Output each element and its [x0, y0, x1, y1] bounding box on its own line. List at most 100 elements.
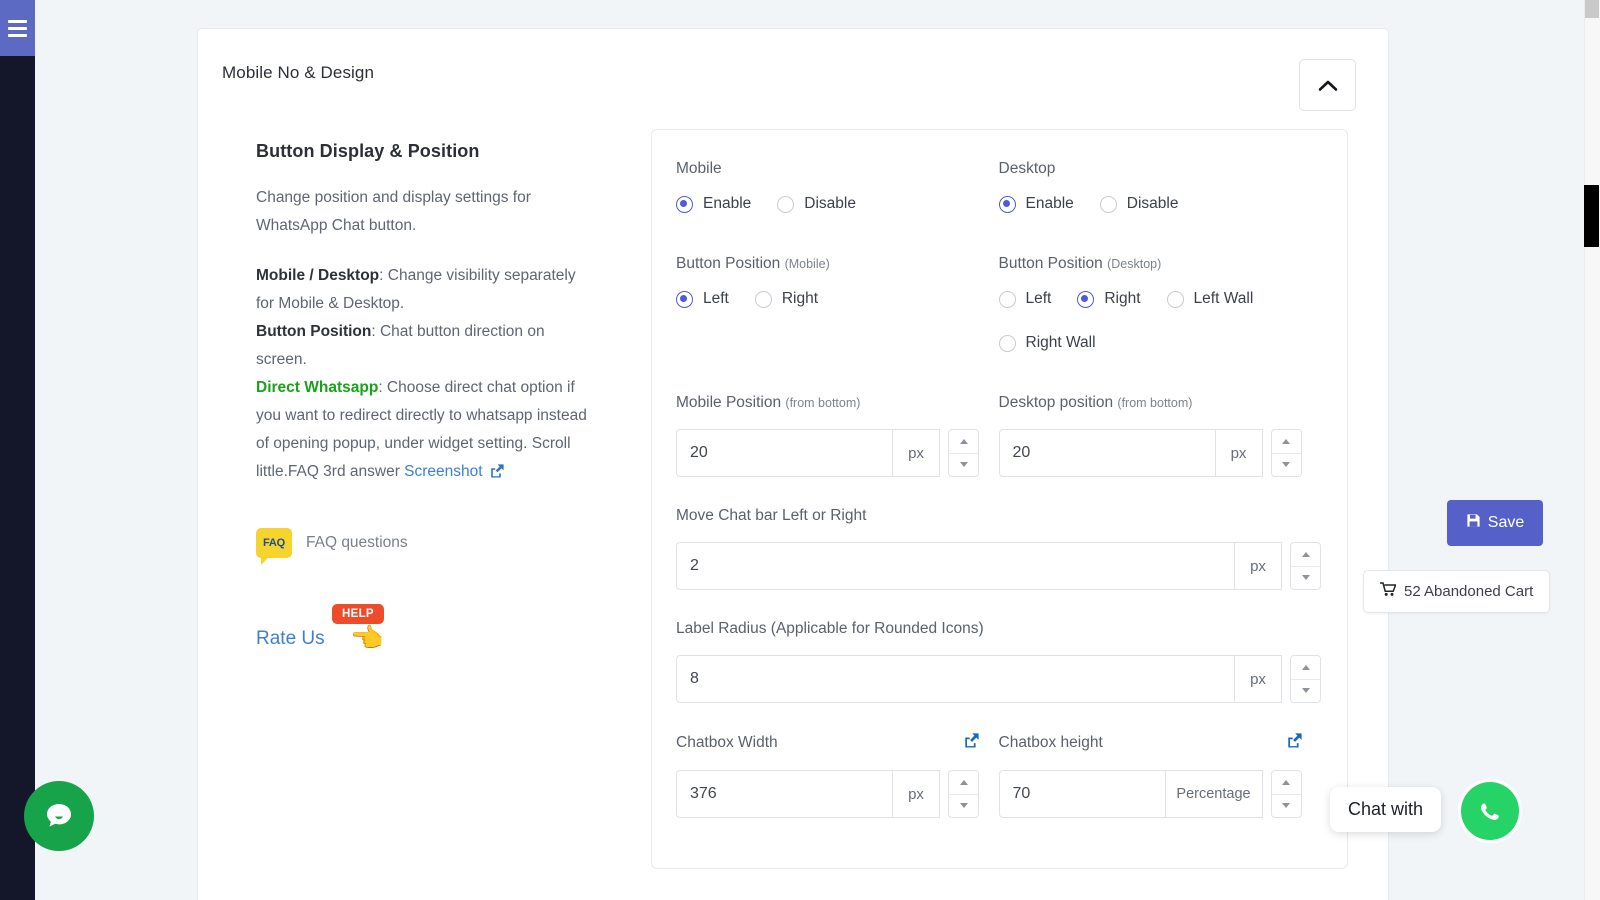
description-text: Change position and display settings for… — [256, 184, 592, 488]
settings-panel: Mobile Enable Disable — [651, 129, 1348, 869]
button-position-mobile-label: Button Position (Mobile) — [676, 255, 999, 273]
desktop-position-label: Desktop position (from bottom) — [999, 394, 1322, 412]
radio-mobile-enable-label: Enable — [703, 195, 751, 213]
move-chat-decrement[interactable] — [1291, 567, 1320, 590]
mobile-position-decrement[interactable] — [949, 454, 978, 477]
scrollbar-thumb-top[interactable] — [1585, 0, 1599, 18]
external-link-icon[interactable] — [1287, 733, 1302, 753]
save-button[interactable]: Save — [1447, 500, 1543, 546]
chatbox-height-unit: Percentage — [1165, 770, 1263, 818]
external-link-icon[interactable] — [964, 733, 979, 753]
radio-mobile-pos-left-dot — [676, 291, 693, 308]
radio-mobile-pos-right[interactable]: Right — [755, 290, 818, 308]
desktop-position-stepper[interactable] — [1271, 429, 1302, 477]
settings-card: Mobile No & Design Button Display & Posi… — [197, 28, 1389, 900]
chatbox-size-row: Chatbox Width px — [676, 733, 1321, 818]
abandoned-cart-badge[interactable]: 52 Abandoned Cart — [1363, 570, 1550, 613]
mobile-position-stepper[interactable] — [948, 429, 979, 477]
move-chat-input[interactable] — [676, 542, 1234, 590]
label-radius-decrement[interactable] — [1291, 680, 1320, 703]
move-chat-stepper[interactable] — [1290, 542, 1321, 590]
desktop-position-unit: px — [1215, 429, 1263, 477]
desktop-position-increment[interactable] — [1272, 430, 1301, 454]
chat-bubble-icon[interactable] — [24, 781, 94, 851]
radio-desktop-pos-right-wall[interactable]: Right Wall — [999, 334, 1096, 352]
page-scrollbar[interactable] — [1584, 0, 1600, 900]
scrollbar-thumb[interactable] — [1584, 185, 1599, 247]
mobile-position-input[interactable] — [676, 429, 892, 477]
radio-desktop-enable-dot — [999, 196, 1016, 213]
radio-desktop-pos-left-dot — [999, 291, 1016, 308]
chevron-up-icon[interactable] — [1299, 59, 1356, 111]
faq-badge-label: FAQ — [263, 537, 285, 549]
desktop-position-decrement[interactable] — [1272, 454, 1301, 477]
mobile-position-unit: px — [892, 429, 940, 477]
chatbox-width-group: Chatbox Width px — [676, 733, 999, 818]
radio-desktop-pos-right-dot — [1077, 291, 1094, 308]
chatbox-width-increment[interactable] — [949, 771, 978, 795]
radio-mobile-disable-label: Disable — [804, 195, 856, 213]
radio-desktop-pos-left-wall[interactable]: Left Wall — [1167, 290, 1254, 308]
chatbox-height-group: Chatbox height Percentage — [999, 733, 1322, 818]
button-position-mobile-group: Button Position (Mobile) Left Right — [676, 255, 999, 352]
shopping-cart-icon — [1380, 582, 1396, 601]
desktop-position-input[interactable] — [999, 429, 1215, 477]
radio-desktop-pos-right-label: Right — [1104, 290, 1140, 308]
faq-questions-link[interactable]: FAQ FAQ questions — [256, 528, 592, 558]
label-radius-increment[interactable] — [1291, 656, 1320, 680]
radio-mobile-enable-dot — [676, 196, 693, 213]
radio-mobile-enable[interactable]: Enable — [676, 195, 751, 213]
chatbox-height-label: Chatbox height — [999, 734, 1103, 752]
radio-desktop-enable[interactable]: Enable — [999, 195, 1074, 213]
page-title: Mobile No & Design — [222, 63, 1358, 83]
enable-row: Mobile Enable Disable — [676, 160, 1321, 213]
hamburger-menu-icon[interactable] — [0, 0, 35, 56]
save-button-label: Save — [1488, 514, 1524, 532]
chatbox-height-label-row: Chatbox height — [999, 733, 1302, 753]
help-badge[interactable]: HELP — [332, 604, 384, 624]
mp-text: Mobile Position — [676, 394, 781, 411]
bpd-sub: (Desktop) — [1107, 257, 1161, 271]
mobile-position-increment[interactable] — [949, 430, 978, 454]
radio-mobile-pos-left[interactable]: Left — [676, 290, 729, 308]
label-radius-label: Label Radius (Applicable for Rounded Ico… — [676, 620, 1321, 638]
radio-mobile-pos-left-label: Left — [703, 290, 729, 308]
bpd-text: Button Position — [999, 255, 1103, 272]
description-column: Button Display & Position Change positio… — [256, 129, 626, 869]
chatbox-width-input[interactable] — [676, 770, 892, 818]
label-radius-unit: px — [1234, 655, 1282, 703]
chatbox-height-increment[interactable] — [1272, 771, 1301, 795]
faq-badge-icon: FAQ — [256, 528, 292, 558]
move-chat-group: Move Chat bar Left or Right px — [676, 507, 1321, 590]
move-chat-increment[interactable] — [1291, 543, 1320, 567]
chatbox-width-decrement[interactable] — [949, 795, 978, 818]
chatbox-height-decrement[interactable] — [1272, 795, 1301, 818]
abandoned-cart-label: 52 Abandoned Cart — [1404, 583, 1533, 600]
chatbox-height-stepper[interactable] — [1271, 770, 1302, 818]
left-sidebar — [0, 0, 35, 900]
label-radius-stepper[interactable] — [1290, 655, 1321, 703]
mobile-label: Mobile — [676, 160, 999, 178]
chatbox-height-input[interactable] — [999, 770, 1165, 818]
radio-desktop-pos-right[interactable]: Right — [1077, 290, 1140, 308]
label-radius-input[interactable] — [676, 655, 1234, 703]
button-position-desktop-group: Button Position (Desktop) Left Right — [999, 255, 1322, 352]
radio-desktop-disable[interactable]: Disable — [1100, 195, 1179, 213]
rate-us-row: Rate Us HELP 👈 — [256, 604, 592, 664]
whatsapp-icon[interactable] — [1461, 782, 1519, 840]
radio-desktop-disable-dot — [1100, 196, 1117, 213]
screenshot-link[interactable]: Screenshot — [404, 463, 503, 480]
app-root: Mobile No & Design Button Display & Posi… — [0, 0, 1600, 900]
radio-mobile-disable[interactable]: Disable — [777, 195, 856, 213]
chat-with-tooltip[interactable]: Chat with — [1330, 787, 1441, 832]
term-button-position: Button Position — [256, 323, 371, 340]
chatbox-width-stepper[interactable] — [948, 770, 979, 818]
mobile-position-label: Mobile Position (from bottom) — [676, 394, 999, 412]
section-heading: Button Display & Position — [256, 141, 592, 162]
radio-desktop-pos-left-wall-dot — [1167, 291, 1184, 308]
radio-desktop-pos-left[interactable]: Left — [999, 290, 1052, 308]
rate-us-link[interactable]: Rate Us — [256, 628, 325, 650]
dp-sub: (from bottom) — [1117, 396, 1192, 410]
move-chat-unit: px — [1234, 542, 1282, 590]
radio-desktop-disable-label: Disable — [1127, 195, 1179, 213]
